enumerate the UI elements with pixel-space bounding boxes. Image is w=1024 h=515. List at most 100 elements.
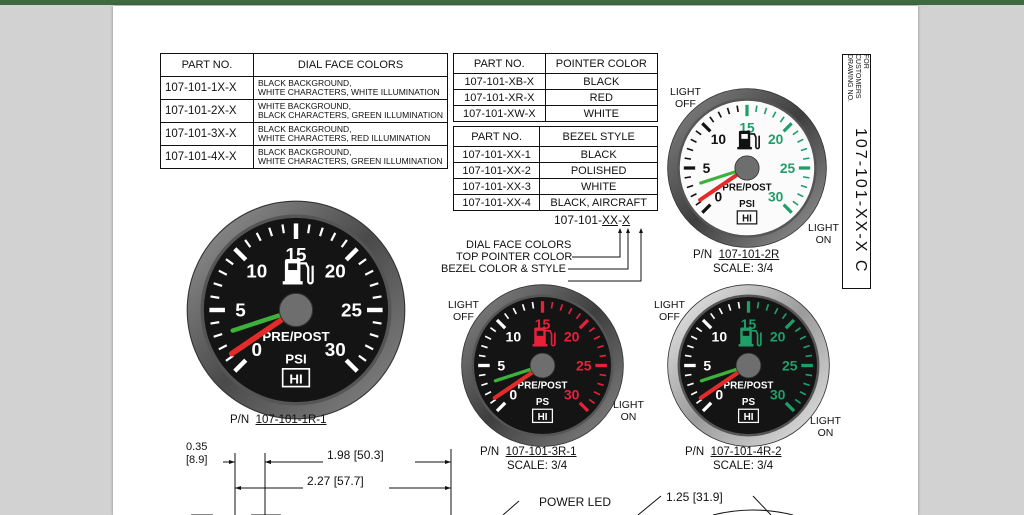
part-number: 107-101-XB-X	[453, 73, 546, 90]
gauge-number: 25	[780, 161, 796, 176]
bezel-style: BLACK, AIRCRAFT	[539, 194, 658, 211]
gauge-unit: PS	[536, 397, 550, 408]
gauge-tick	[307, 224, 311, 234]
gauge-hub	[278, 292, 314, 328]
gauge-107-101-1r-1: 5 10 15 20 25 30 0 PRE/POST PSI HI	[185, 199, 407, 421]
gauge-tick	[684, 373, 692, 377]
dial-face-colors-table: PART NO. DIAL FACE COLORS 107-101-1X-X B…	[160, 53, 448, 169]
gauge-107-101-3r-1: 5 10 15 20 25 30 0 PRE/POST PS HI	[460, 283, 625, 448]
gauge-number: 5	[235, 300, 246, 321]
part-number: 107-101-XW-X	[453, 105, 546, 122]
dial-description: BLACK BACKGROUND, WHITE CHARACTERS, WHITE…	[253, 76, 448, 100]
gauge-4-light-off: LIGHT OFF	[654, 299, 685, 323]
part-number: 107-101-XX-2	[452, 162, 541, 179]
bezel-style-table: PART NO. BEZEL STYLE 107-101-XX-1 BLACK …	[452, 126, 658, 211]
table-row: 107-101-XX-4 BLACK, AIRCRAFT	[452, 194, 658, 211]
table-row: 107-101-XX-3 WHITE	[452, 178, 658, 195]
table-row: 107-101-2X-X WHITE BACKGROUND, BLACK CHAR…	[160, 99, 448, 123]
gauge-number: 25	[782, 357, 798, 373]
pointer-color-table: PART NO. POINTER COLOR 107-101-XB-X BLAC…	[453, 53, 659, 122]
gauge-hi-label: HI	[289, 371, 302, 386]
drawing-number: 107-101-XX-X C	[852, 128, 869, 274]
gauge-hi-label: HI	[538, 412, 548, 423]
gauge-number: 10	[246, 260, 267, 281]
gauge-unit: PS	[742, 397, 756, 408]
gauge-tick	[684, 176, 692, 179]
gauge-number: 5	[703, 161, 711, 176]
pointer-color: RED	[544, 89, 659, 106]
dimension-lines	[191, 449, 794, 515]
part-number: 107-101-2X-X	[160, 99, 254, 123]
gauge-dial: 510152025300PRE/POSTPSIHI	[667, 88, 827, 248]
gauge-107-101-4r-2: 5 10 15 20 25 30 0 PRE/POST PS HI	[666, 283, 831, 448]
gauge-number: 25	[341, 300, 362, 321]
gauge-107-101-2r: 5 10 15 20 25 30 0 PRE/POST PSI HI	[666, 87, 828, 249]
gauge-tick	[599, 373, 607, 377]
gauge-2-light-on: LIGHT ON	[808, 222, 839, 246]
gauge-dial: 510152025300PRE/POSTPSIHI	[186, 200, 406, 420]
gauge-tick	[531, 301, 535, 309]
gauge-3-light-off: LIGHT OFF	[448, 299, 479, 323]
gauge-2-scale: SCALE: 3/4	[713, 263, 774, 275]
gauge-tick	[281, 224, 285, 234]
gauge-hub	[735, 352, 762, 379]
gauge-unit: PSI	[285, 351, 306, 366]
gauge-number: 20	[768, 132, 784, 147]
gauge-dial: 510152025300PRE/POSTPSHI	[667, 284, 830, 447]
gauge-number: 10	[711, 132, 727, 147]
gauge-hub	[529, 352, 556, 379]
table-row: 107-101-XX-2 POLISHED	[452, 162, 658, 179]
table-header: POINTER COLOR	[544, 53, 659, 74]
table-header: BEZEL STYLE	[539, 126, 658, 147]
part-number: 107-101-3X-X	[160, 122, 254, 146]
part-number: 107-101-XX-3	[452, 178, 541, 195]
gauge-tick	[372, 295, 382, 299]
gauge-number: 10	[712, 328, 728, 344]
gauge-number: 20	[325, 260, 346, 281]
table-row: 107-101-XB-X BLACK	[453, 73, 659, 90]
bezel-style: POLISHED	[539, 162, 658, 179]
gauge-brand: PRE/POST	[518, 381, 568, 392]
gauge-number: 10	[506, 328, 522, 344]
gauge-tick	[805, 354, 813, 358]
gauge-tick	[372, 321, 382, 325]
callout-bezel-color-style: BEZEL COLOR & STYLE	[441, 263, 566, 275]
gauge-number: 5	[703, 357, 711, 373]
callout-top-pointer-color: TOP POINTER COLOR	[456, 251, 573, 263]
gauge-hi-label: HI	[744, 412, 754, 423]
gauge-tick	[210, 295, 220, 299]
gauge-tick	[756, 301, 760, 309]
gauge-number: 25	[576, 357, 592, 373]
gauge-number: 0	[715, 189, 723, 204]
table-row: 107-101-1X-X BLACK BACKGROUND, WHITE CHAR…	[160, 76, 448, 100]
gauge-tick	[755, 105, 758, 113]
table-header: PART NO.	[452, 126, 541, 147]
table-row: 107-101-XR-X RED	[453, 89, 659, 106]
gauge-brand: PRE/POST	[724, 381, 774, 392]
pointer-color: WHITE	[544, 105, 659, 122]
part-number: 107-101-XX-1	[452, 146, 541, 163]
gauge-tick	[684, 354, 692, 358]
part-number: 107-101-4X-X	[160, 145, 254, 169]
table-row: 107-101-XX-1 BLACK	[452, 146, 658, 163]
gauge-brand: PRE/POST	[262, 329, 329, 344]
dial-description: BLACK BACKGROUND, WHITE CHARACTERS, GREEN…	[253, 145, 448, 169]
dial-description: WHITE BACKGROUND, BLACK CHARACTERS, GREEN…	[253, 99, 448, 123]
window-top-bar	[0, 0, 1024, 5]
gauge-unit: PSI	[739, 199, 755, 210]
gauge-number: 20	[770, 328, 786, 344]
table-header: PART NO.	[453, 53, 546, 74]
pointer-color: BLACK	[544, 73, 659, 90]
table-row: 107-101-XW-X WHITE	[453, 105, 659, 122]
callout-leader-lines	[568, 228, 643, 282]
gauge-tick	[478, 354, 486, 358]
gauge-number: 20	[564, 328, 580, 344]
bezel-style: WHITE	[539, 178, 658, 195]
gauge-3-light-on: LIGHT ON	[613, 399, 644, 423]
gauge-4-light-on: LIGHT ON	[810, 415, 841, 439]
gauge-hub	[734, 155, 760, 181]
part-number: 107-101-XX-4	[452, 194, 541, 211]
gauge-2-part-number: P/N 107-101-2R	[693, 249, 780, 261]
gauge-brand: PRE/POST	[722, 183, 771, 194]
table-row: 107-101-4X-X BLACK BACKGROUND, WHITE CHAR…	[160, 145, 448, 169]
